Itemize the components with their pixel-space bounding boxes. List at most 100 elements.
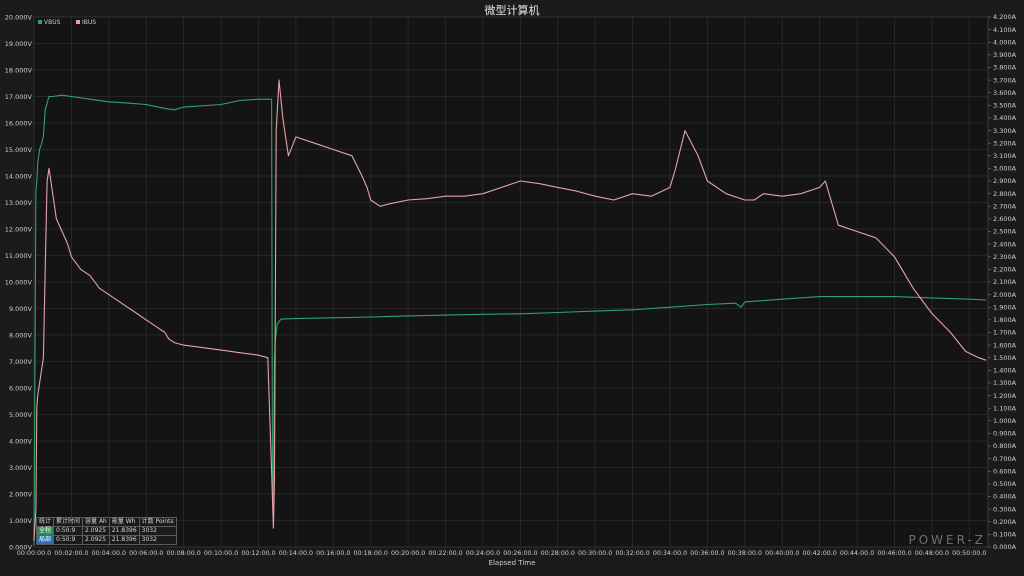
right-tick-label: 3.300A [993, 127, 1017, 135]
right-tick-label: 0.400A [993, 493, 1017, 501]
right-tick-label: 0.600A [993, 467, 1017, 475]
stats-header-cell: 容量 Ah [82, 517, 110, 527]
x-tick-label: 00:04:00.0 [92, 550, 126, 557]
right-tick-label: 2.600A [993, 215, 1017, 223]
x-tick-label: 00:10:00.0 [204, 550, 238, 557]
x-tick-label: 00:26:00.0 [503, 550, 537, 557]
right-tick-label: 3.700A [993, 76, 1017, 84]
x-tick-label: 00:02:00.0 [54, 550, 88, 557]
left-tick-label: 10.000V [5, 278, 33, 286]
x-tick-label: 00:06:00.0 [129, 550, 163, 557]
right-tick-label: 2.200A [993, 266, 1017, 274]
left-tick-label: 4.000V [9, 437, 33, 445]
left-tick-label: 9.000V [9, 305, 33, 313]
x-tick-label: 00:44:00.0 [840, 550, 874, 557]
right-tick-label: 1.700A [993, 329, 1017, 337]
x-tick-label: 00:08:00.0 [166, 550, 200, 557]
x-tick-label: 00:36:00.0 [690, 550, 724, 557]
x-tick-label: 00:50:00.0 [952, 550, 986, 557]
left-tick-label: 15.000V [5, 146, 33, 154]
x-tick-label: 00:00:00.0 [17, 550, 51, 557]
left-tick-label: 13.000V [5, 199, 33, 207]
stats-row: 全程 0:50:9 2.0925 21.8396 3032 [35, 526, 177, 536]
right-tick-label: 2.300A [993, 253, 1017, 261]
left-tick-label: 11.000V [5, 252, 33, 260]
left-tick-label: 8.000V [9, 331, 33, 339]
x-tick-label: 00:14:00.0 [279, 550, 313, 557]
stats-header-row: 统计 累计时间 容量 Ah 能量 Wh 计数 Points [35, 517, 177, 527]
stats-cell: 3032 [138, 535, 177, 545]
stats-row-tag: 全程 [35, 526, 55, 536]
x-tick-label: 00:38:00.0 [728, 550, 762, 557]
right-tick-label: 3.500A [993, 102, 1017, 110]
grid-lines [33, 16, 989, 548]
left-axis-ticks: 0.000V1.000V2.000V3.000V4.000V5.000V6.00… [5, 13, 33, 551]
right-tick-label: 0.800A [993, 442, 1017, 450]
right-tick-label: 2.900A [993, 177, 1017, 185]
stats-cell: 21.8396 [108, 526, 140, 536]
x-tick-label: 00:28:00.0 [541, 550, 575, 557]
right-tick-label: 3.000A [993, 165, 1017, 173]
right-axis-ticks: 0.000A 0.100A 0.200A 0.300A 0.400A 0.500A 0.60… [988, 13, 1017, 551]
x-tick-label: 00:40:00.0 [765, 550, 799, 557]
x-tick-label: 00:12:00.0 [241, 550, 275, 557]
right-tick-label: 0.200A [993, 518, 1017, 526]
stats-header-cell: 累计时间 [53, 517, 84, 527]
right-tick-label: 2.500A [993, 228, 1017, 236]
legend-swatch-vbus [38, 20, 42, 24]
x-tick-label: 00:30:00.0 [578, 550, 612, 557]
stats-header-cell: 能量 Wh [108, 517, 140, 527]
left-tick-label: 6.000V [9, 384, 33, 392]
right-tick-label: 3.100A [993, 152, 1017, 160]
left-tick-label: 14.000V [5, 172, 33, 180]
left-tick-label: 18.000V [5, 66, 33, 74]
legend-swatch-ibus [76, 20, 80, 24]
right-tick-label: 4.100A [993, 26, 1017, 34]
x-tick-label: 00:18:00.0 [354, 550, 388, 557]
right-tick-label: 2.000A [993, 291, 1017, 299]
x-tick-label: 00:34:00.0 [653, 550, 687, 557]
right-tick-label: 1.000A [993, 417, 1017, 425]
left-tick-label: 5.000V [9, 411, 33, 419]
left-tick-label: 3.000V [9, 464, 33, 472]
x-axis-ticks: 00:00:00.0 00:02:00.0 00:04:00.0 00:06:00.0… [17, 550, 987, 557]
right-tick-label: 3.400A [993, 114, 1017, 122]
stats-table: 统计 累计时间 容量 Ah 能量 Wh 计数 Points 全程 0:50:9 … [35, 517, 177, 545]
right-tick-label: 2.700A [993, 202, 1017, 210]
stats-cell: 21.8396 [108, 535, 140, 545]
x-tick-label: 00:16:00.0 [316, 550, 350, 557]
chart-plot: 0.000V1.000V2.000V3.000V4.000V5.000V6.00… [5, 13, 1017, 557]
right-tick-label: 1.500A [993, 354, 1017, 362]
left-tick-label: 2.000V [9, 490, 33, 498]
x-tick-label: 00:20:00.0 [391, 550, 425, 557]
x-tick-label: 00:32:00.0 [615, 550, 649, 557]
right-tick-label: 2.800A [993, 190, 1017, 198]
right-tick-label: 1.400A [993, 367, 1017, 375]
right-tick-label: 3.600A [993, 89, 1017, 97]
right-tick-label: 1.100A [993, 404, 1017, 412]
power-z-logo: POWER-Z [908, 533, 986, 547]
right-tick-label: 3.200A [993, 139, 1017, 147]
legend-label-vbus: VBUS [44, 19, 61, 26]
right-tick-label: 3.800A [993, 64, 1017, 72]
right-tick-label: 1.900A [993, 303, 1017, 311]
x-tick-label: 00:24:00.0 [466, 550, 500, 557]
left-tick-label: 1.000V [9, 517, 33, 525]
right-tick-label: 0.300A [993, 505, 1017, 513]
left-tick-label: 7.000V [9, 358, 33, 366]
left-tick-label: 20.000V [5, 13, 33, 21]
stats-cell: 2.0925 [82, 535, 110, 545]
right-tick-label: 0.900A [993, 430, 1017, 438]
left-tick-label: 12.000V [5, 225, 33, 233]
x-axis-label: Elapsed Time [488, 559, 536, 567]
x-tick-label: 00:48:00.0 [915, 550, 949, 557]
right-tick-label: 1.600A [993, 341, 1017, 349]
left-tick-label: 17.000V [5, 93, 33, 101]
right-tick-label: 4.000A [993, 38, 1017, 46]
x-tick-label: 00:46:00.0 [877, 550, 911, 557]
right-tick-label: 2.400A [993, 240, 1017, 248]
right-tick-label: 0.700A [993, 455, 1017, 463]
right-tick-label: 0.500A [993, 480, 1017, 488]
x-tick-label: 00:22:00.0 [428, 550, 462, 557]
legend-label-ibus: IBUS [82, 19, 96, 26]
